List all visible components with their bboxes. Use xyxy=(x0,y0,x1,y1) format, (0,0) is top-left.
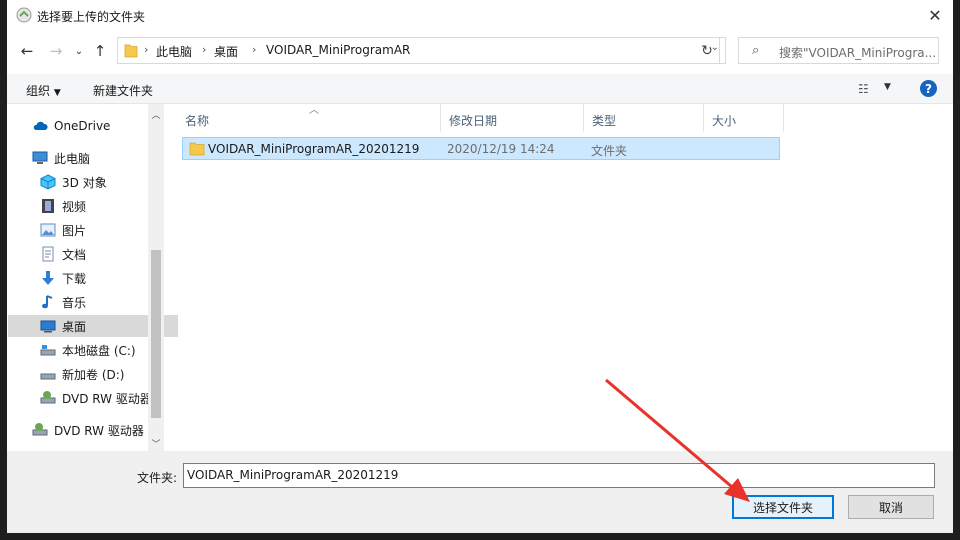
dialog-app-icon xyxy=(16,7,32,23)
breadcrumb-separator-icon: › xyxy=(144,43,149,56)
breadcrumb-separator-icon: › xyxy=(252,43,257,56)
picture-icon xyxy=(40,223,56,237)
dvd-icon xyxy=(40,391,56,404)
cloud-icon xyxy=(33,121,48,130)
footer-panel: 文件夹: VOIDAR_MiniProgramAR_20201219 选择文件夹… xyxy=(7,451,953,533)
up-button[interactable]: ↑ xyxy=(90,40,110,62)
navigation-bar: ← → ⌄ ↑ › 此电脑 › 桌面 › VOIDAR_MiniProgramA… xyxy=(7,30,953,72)
drive-icon xyxy=(40,373,56,380)
search-icon: ⌕ xyxy=(752,43,760,58)
arrow-left-icon: ← xyxy=(20,42,34,60)
help-icon[interactable]: ? xyxy=(920,80,937,97)
folder-picker-dialog: 选择要上传的文件夹 ✕ ← → ⌄ ↑ › 此电脑 › 桌面 › VOIDAR_… xyxy=(7,0,953,533)
forward-button[interactable]: → xyxy=(46,40,66,62)
caret-down-icon: ▼ xyxy=(53,88,61,98)
sidebar-item-dvd-drive-2[interactable]: DVD RW 驱动器 xyxy=(8,419,170,441)
address-bar[interactable]: › 此电脑 › 桌面 › VOIDAR_MiniProgramAR ⌄ xyxy=(117,37,726,64)
scroll-down-icon[interactable]: ﹀ xyxy=(148,435,164,451)
command-bar: 组织 ▼ 新建文件夹 ☷ ▼ ? xyxy=(7,74,953,104)
sidebar-scrollbar[interactable]: ︿ ﹀ xyxy=(148,104,164,451)
cancel-button[interactable]: 取消 xyxy=(848,495,934,519)
sidebar-item-onedrive[interactable]: OneDrive xyxy=(8,115,170,137)
organize-menu[interactable]: 组织 ▼ xyxy=(26,82,61,99)
download-arrow-icon xyxy=(42,271,54,285)
drive-icon xyxy=(40,345,56,356)
breadcrumb-current-folder[interactable]: VOIDAR_MiniProgramAR xyxy=(266,43,410,57)
computer-icon xyxy=(32,151,48,164)
refresh-icon: ↻ xyxy=(701,42,713,59)
column-header-type[interactable]: 类型 xyxy=(584,104,704,132)
breadcrumb-desktop[interactable]: 桌面 xyxy=(214,43,238,60)
breadcrumb-separator-icon: › xyxy=(202,43,207,56)
select-folder-button[interactable]: 选择文件夹 xyxy=(732,495,834,519)
title-bar: 选择要上传的文件夹 ✕ xyxy=(7,0,953,30)
folder-icon xyxy=(189,142,205,156)
search-placeholder[interactable]: 搜索"VOIDAR_MiniProgra... xyxy=(779,44,937,61)
window-title: 选择要上传的文件夹 xyxy=(37,10,146,24)
file-type: 文件夹 xyxy=(591,144,628,158)
cube-icon xyxy=(40,174,56,190)
close-icon: ✕ xyxy=(928,5,942,25)
desktop-icon xyxy=(40,320,56,333)
navigation-pane: OneDrive 此电脑 3D 对象 视频 图片 文档 下载 音乐 桌面 本地磁… xyxy=(7,104,178,451)
folder-field-label: 文件夹: xyxy=(137,471,178,485)
dvd-icon xyxy=(32,423,48,436)
column-header-name[interactable]: 名称 xyxy=(177,104,441,132)
refresh-button[interactable]: ↻ xyxy=(695,37,720,64)
arrow-right-icon: → xyxy=(49,42,63,60)
search-box[interactable]: ⌕ 搜索"VOIDAR_MiniProgra... xyxy=(738,37,939,64)
document-icon xyxy=(42,246,54,262)
chevron-down-icon: ⌄ xyxy=(74,45,84,57)
caret-down-icon[interactable]: ▼ xyxy=(884,82,891,92)
folder-name-input[interactable]: VOIDAR_MiniProgramAR_20201219 xyxy=(183,463,935,488)
folder-icon xyxy=(124,44,138,58)
file-row[interactable]: VOIDAR_MiniProgramAR_20201219 2020/12/19… xyxy=(182,137,780,160)
sidebar-item-this-pc[interactable]: 此电脑 xyxy=(8,147,170,169)
new-folder-button[interactable]: 新建文件夹 xyxy=(93,82,153,99)
film-icon xyxy=(42,199,54,213)
file-modified: 2020/12/19 14:24 xyxy=(447,142,555,156)
column-header-modified[interactable]: 修改日期 xyxy=(441,104,584,132)
back-button[interactable]: ← xyxy=(17,40,37,62)
music-note-icon xyxy=(42,295,53,309)
view-options-icon[interactable]: ☷ xyxy=(858,82,869,96)
scroll-up-icon[interactable]: ︿ xyxy=(148,106,164,122)
column-header-size[interactable]: 大小 xyxy=(704,104,784,132)
file-list: ︿ 名称 修改日期 类型 大小 VOIDAR_MiniProgramAR_202… xyxy=(175,104,953,451)
breadcrumb-this-pc[interactable]: 此电脑 xyxy=(156,43,192,60)
file-name: VOIDAR_MiniProgramAR_20201219 xyxy=(208,142,420,156)
scrollbar-thumb[interactable] xyxy=(151,250,161,418)
arrow-up-icon: ↑ xyxy=(93,42,107,60)
recent-locations-button[interactable]: ⌄ xyxy=(69,40,89,62)
close-button[interactable]: ✕ xyxy=(923,4,947,26)
